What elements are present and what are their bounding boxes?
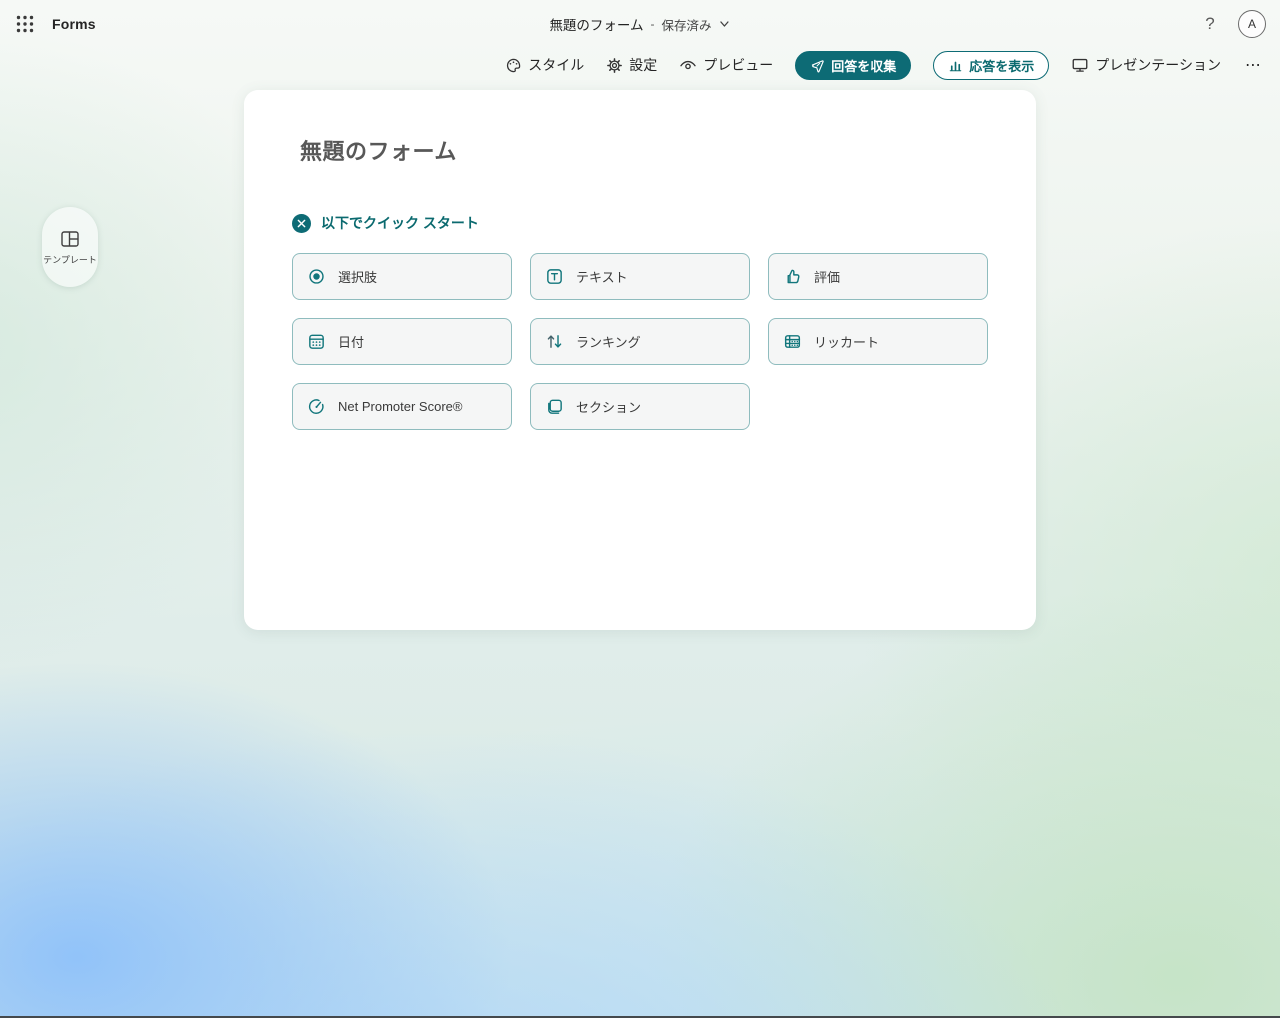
tile-label: Net Promoter Score® bbox=[338, 399, 462, 414]
app-title[interactable]: Forms bbox=[52, 16, 96, 32]
template-fab[interactable]: テンプレート bbox=[42, 207, 98, 287]
tile-label: ランキング bbox=[576, 332, 641, 351]
radio-icon bbox=[307, 267, 326, 286]
settings-button[interactable]: 設定 bbox=[606, 55, 657, 75]
send-icon bbox=[810, 58, 825, 73]
quick-start-header: 以下でクイック スタート bbox=[292, 213, 479, 233]
tile-text[interactable]: テキスト bbox=[530, 253, 750, 300]
top-app-bar: Forms 無題のフォーム - 保存済み ? A bbox=[0, 0, 1280, 48]
tile-label: テキスト bbox=[576, 267, 628, 286]
monitor-icon bbox=[1071, 56, 1089, 74]
avatar[interactable]: A bbox=[1238, 10, 1266, 38]
bar-chart-icon bbox=[948, 58, 963, 73]
palette-icon bbox=[505, 57, 522, 74]
tile-label: 評価 bbox=[814, 267, 840, 286]
form-title[interactable]: 無題のフォーム bbox=[300, 134, 457, 166]
eye-icon bbox=[679, 56, 697, 74]
template-icon bbox=[59, 229, 81, 249]
title-separator: - bbox=[651, 17, 655, 31]
view-responses-button[interactable]: 応答を表示 bbox=[933, 51, 1049, 80]
topbar-right-group: ? A bbox=[1196, 0, 1280, 48]
close-icon bbox=[297, 219, 306, 228]
thumbs-up-icon bbox=[783, 267, 802, 286]
chevron-down-icon bbox=[719, 18, 731, 30]
style-label: スタイル bbox=[528, 55, 584, 75]
presentation-label: プレゼンテーション bbox=[1095, 55, 1221, 75]
document-title-group[interactable]: 無題のフォーム - 保存済み bbox=[549, 0, 730, 48]
gear-icon bbox=[606, 57, 623, 74]
tile-rating[interactable]: 評価 bbox=[768, 253, 988, 300]
tile-nps[interactable]: Net Promoter Score® bbox=[292, 383, 512, 430]
gauge-icon bbox=[307, 397, 326, 416]
likert-grid-icon bbox=[783, 332, 802, 351]
collect-responses-button[interactable]: 回答を収集 bbox=[795, 51, 911, 80]
help-button[interactable]: ? bbox=[1196, 14, 1224, 34]
tile-section[interactable]: セクション bbox=[530, 383, 750, 430]
quick-start-label: 以下でクイック スタート bbox=[321, 213, 479, 233]
ranking-arrows-icon bbox=[545, 332, 564, 351]
saved-status: 保存済み bbox=[662, 15, 712, 34]
quick-start-dismiss-button[interactable] bbox=[292, 214, 311, 233]
section-icon bbox=[545, 397, 564, 416]
more-options-button[interactable]: ⋯ bbox=[1243, 55, 1264, 75]
tile-label: 日付 bbox=[338, 332, 364, 351]
quick-start-tile-grid: 選択肢 テキスト 評価 日 bbox=[292, 253, 1008, 430]
settings-label: 設定 bbox=[629, 55, 657, 75]
document-title: 無題のフォーム bbox=[549, 14, 643, 34]
form-editor-card: 無題のフォーム 以下でクイック スタート 選択肢 テキスト bbox=[244, 90, 1036, 630]
collect-responses-label: 回答を収集 bbox=[831, 56, 896, 75]
presentation-button[interactable]: プレゼンテーション bbox=[1071, 55, 1221, 75]
tile-label: 選択肢 bbox=[338, 267, 377, 286]
view-responses-label: 応答を表示 bbox=[969, 56, 1034, 75]
tile-date[interactable]: 日付 bbox=[292, 318, 512, 365]
text-icon bbox=[545, 267, 564, 286]
template-fab-label: テンプレート bbox=[43, 253, 97, 266]
tile-ranking[interactable]: ランキング bbox=[530, 318, 750, 365]
calendar-icon bbox=[307, 332, 326, 351]
style-button[interactable]: スタイル bbox=[505, 55, 584, 75]
waffle-icon bbox=[16, 15, 34, 33]
form-toolbar: スタイル 設定 プレビュー 回答を収集 bbox=[0, 50, 1280, 80]
tile-label: セクション bbox=[576, 397, 641, 416]
tile-likert[interactable]: リッカート bbox=[768, 318, 988, 365]
tile-choice[interactable]: 選択肢 bbox=[292, 253, 512, 300]
tile-label: リッカート bbox=[814, 332, 879, 351]
preview-label: プレビュー bbox=[703, 55, 773, 75]
preview-button[interactable]: プレビュー bbox=[679, 55, 773, 75]
app-launcher-icon[interactable] bbox=[8, 7, 42, 41]
